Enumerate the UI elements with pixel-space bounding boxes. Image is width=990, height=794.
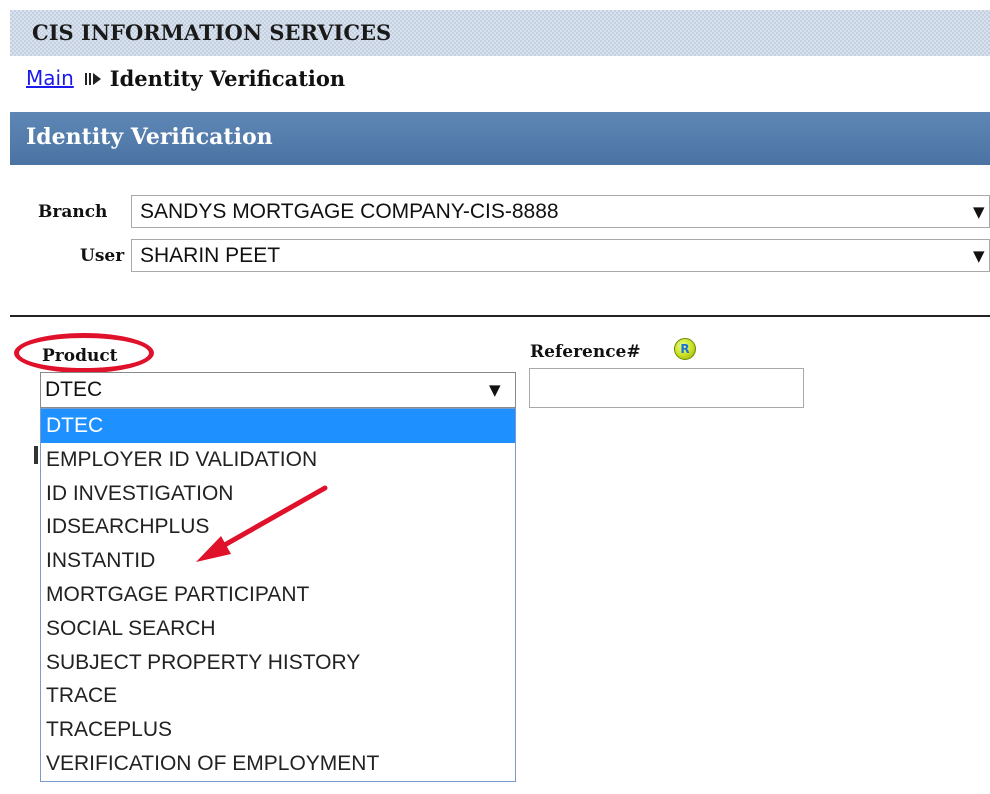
annotation-arrow-icon	[196, 485, 328, 562]
